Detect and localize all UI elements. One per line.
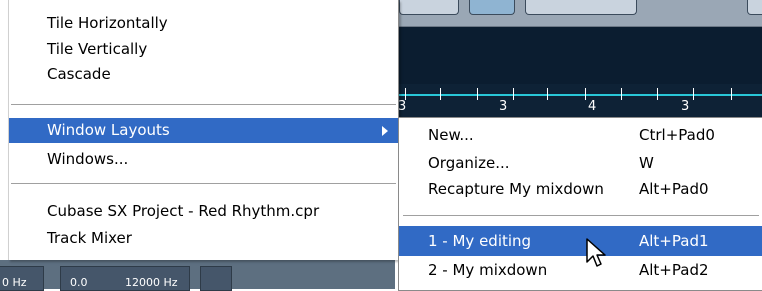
menu-item-label: Tile Vertically <box>47 40 148 58</box>
toolbar-slider[interactable] <box>525 0 637 15</box>
menu-item-project[interactable]: Cubase SX Project - Red Rhythm.cpr <box>9 199 398 224</box>
ruler-tick <box>657 88 658 100</box>
submenu-arrow-icon <box>382 126 388 136</box>
timeline-ruler[interactable]: 3 3 4 3 <box>395 84 762 118</box>
menu-item-window-layouts[interactable]: Window Layouts <box>9 118 398 143</box>
submenu-item-label: New... <box>428 126 474 144</box>
menu-item-label: Cubase SX Project - Red Rhythm.cpr <box>47 202 320 220</box>
ruler-tick <box>585 88 586 100</box>
menu-item-label: Cascade <box>47 65 111 83</box>
menu-item-tile-vertically[interactable]: Tile Vertically <box>9 37 398 62</box>
menu-item-label: Windows... <box>47 150 129 168</box>
window-menu: Tile Horizontally Tile Vertically Cascad… <box>8 0 399 260</box>
toolbar-button[interactable] <box>399 0 459 15</box>
submenu-item-new[interactable]: New... Ctrl+Pad0 <box>399 120 762 150</box>
ruler-tick <box>477 88 478 100</box>
menu-item-label: Tile Horizontally <box>47 14 168 32</box>
mouse-pointer-icon <box>586 238 606 267</box>
menu-separator <box>11 183 396 185</box>
menu-item-track-mixer[interactable]: Track Mixer <box>9 226 398 251</box>
submenu-separator <box>403 215 759 217</box>
eq-freq-value: 12000 Hz <box>125 276 178 289</box>
project-overview <box>395 27 762 84</box>
submenu-item-shortcut: Alt+Pad2 <box>639 261 709 279</box>
submenu-item-label: 2 - My mixdown <box>428 261 548 279</box>
submenu-item-recapture[interactable]: Recapture My mixdown Alt+Pad0 <box>399 174 762 204</box>
submenu-item-my-editing[interactable]: 1 - My editing Alt+Pad1 <box>399 226 762 256</box>
menu-separator <box>11 104 396 106</box>
ruler-tick <box>731 88 732 100</box>
ruler-number: 3 <box>499 99 508 114</box>
submenu-item-shortcut: Ctrl+Pad0 <box>639 126 715 144</box>
submenu-item-label: 1 - My editing <box>428 232 532 250</box>
ruler-number: 4 <box>588 99 597 114</box>
toolbar-button[interactable] <box>469 0 515 15</box>
toolbar-button[interactable] <box>747 0 762 15</box>
ruler-tick <box>440 88 441 100</box>
submenu-item-shortcut: Alt+Pad1 <box>639 232 709 250</box>
ruler-number: 3 <box>398 99 407 114</box>
submenu-item-my-mixdown[interactable]: 2 - My mixdown Alt+Pad2 <box>399 255 762 285</box>
submenu-item-label: Recapture My mixdown <box>428 180 604 198</box>
menu-item-cascade[interactable]: Cascade <box>9 62 398 87</box>
window-layouts-submenu: New... Ctrl+Pad0 Organize... W Recapture… <box>398 117 762 291</box>
ruler-tick <box>693 88 694 100</box>
ruler-tick <box>621 88 622 100</box>
eq-slot <box>200 266 232 291</box>
eq-freq-value: 0 Hz <box>2 276 27 289</box>
ruler-number: 3 <box>681 99 690 114</box>
ruler-line <box>395 94 762 96</box>
menu-item-label: Track Mixer <box>47 229 132 247</box>
ruler-tick <box>547 88 548 100</box>
submenu-item-shortcut: Alt+Pad0 <box>639 180 709 198</box>
menu-item-windows[interactable]: Windows... <box>9 147 398 172</box>
ruler-tick <box>513 88 514 100</box>
eq-panel: 0 Hz 0.0 12000 Hz <box>0 260 395 291</box>
menu-item-tile-horizontally[interactable]: Tile Horizontally <box>9 11 398 36</box>
transport-toolbar <box>395 0 762 27</box>
eq-gain-value: 0.0 <box>70 276 88 289</box>
menu-item-label: Window Layouts <box>47 121 170 139</box>
